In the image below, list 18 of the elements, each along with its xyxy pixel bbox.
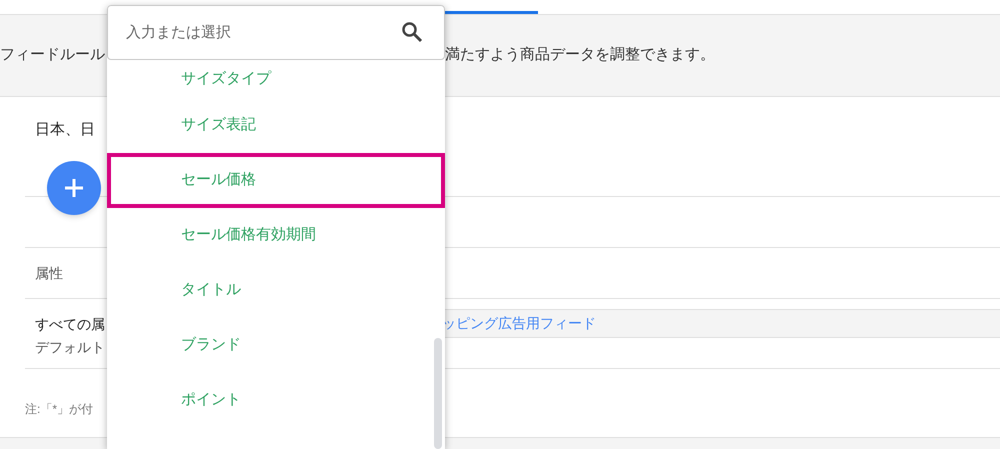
- plus-icon: [64, 178, 84, 198]
- dropdown-option[interactable]: サイズ表記: [107, 98, 445, 153]
- row-text: すべての属: [35, 315, 105, 334]
- search-icon: [401, 21, 423, 43]
- dropdown-option[interactable]: タイトル: [107, 263, 445, 318]
- column-header: 属性: [35, 264, 63, 282]
- row-text: デフォルト: [35, 338, 105, 357]
- dropdown-option[interactable]: ブランド: [107, 318, 445, 373]
- search-field[interactable]: 入力または選択: [107, 5, 445, 60]
- dropdown-option[interactable]: セール価格: [107, 153, 445, 208]
- note-text: 注:「*」が付: [25, 401, 94, 418]
- add-button[interactable]: [47, 161, 101, 215]
- country-text: 日本、日: [35, 120, 95, 140]
- dropdown-option[interactable]: サイズタイプ: [107, 60, 445, 98]
- description-text: フィードルール: [0, 45, 106, 66]
- dropdown-option[interactable]: セール価格有効期間: [107, 208, 445, 263]
- description-text: 満たすよう商品データを調整できます。: [445, 45, 715, 66]
- dropdown-option[interactable]: ポイント: [107, 373, 445, 428]
